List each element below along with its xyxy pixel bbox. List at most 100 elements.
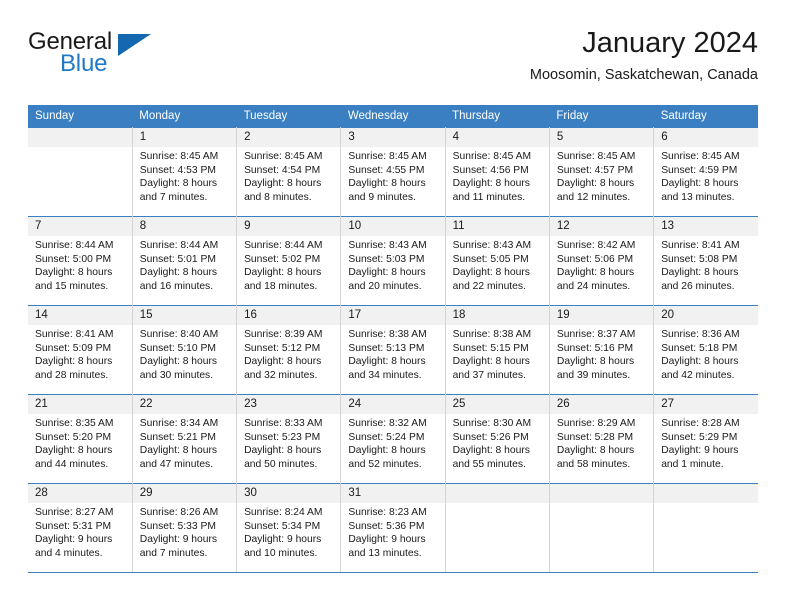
day-details: Sunrise: 8:36 AM Sunset: 5:18 PM Daylight:… — [654, 325, 758, 382]
general-blue-logo[interactable]: General Blue — [28, 28, 208, 84]
calendar-day-cell[interactable]: 19 Sunrise: 8:37 AM Sunset: 5:16 PM Dayligh… — [549, 305, 655, 395]
day-details: Sunrise: 8:44 AM Sunset: 5:01 PM Daylight:… — [133, 236, 236, 293]
calendar-day-cell[interactable]: 25 Sunrise: 8:30 AM Sunset: 5:26 PM Dayligh… — [445, 394, 550, 484]
sunset-time: Sunset: 4:54 PM — [244, 164, 321, 176]
sunrise-time: Sunrise: 8:35 AM — [35, 418, 114, 429]
day-cell-inner: 3 Sunrise: 8:45 AM Sunset: 4:55 PM Daylight… — [341, 128, 445, 216]
calendar-day-cell[interactable]: 18 Sunrise: 8:38 AM Sunset: 5:15 PM Dayligh… — [445, 305, 550, 395]
day-details: Sunrise: 8:33 AM Sunset: 5:23 PM Daylight:… — [237, 414, 340, 471]
calendar-day-cell[interactable]: 6 Sunrise: 8:45 AM Sunset: 4:59 PM Daylight… — [653, 127, 758, 217]
daylight-duration-line1: Daylight: 8 hours — [35, 445, 113, 457]
sunset-time: Sunset: 5:10 PM — [139, 342, 216, 354]
day-cell-inner — [549, 484, 654, 572]
sunset-time: Sunset: 5:09 PM — [35, 342, 112, 354]
sunset-time: Sunset: 5:29 PM — [661, 431, 738, 443]
day-cell-inner: 29 Sunrise: 8:26 AM Sunset: 5:33 PM Dayligh… — [132, 484, 237, 572]
daylight-duration-line2: and 8 minutes. — [244, 191, 312, 203]
weekday-header-wednesday: Wednesday — [340, 105, 446, 128]
day-details: Sunrise: 8:43 AM Sunset: 5:05 PM Daylight:… — [446, 236, 549, 293]
day-number: 21 — [28, 395, 132, 414]
sunrise-time: Sunrise: 8:44 AM — [244, 240, 323, 251]
daylight-duration-line1: Daylight: 8 hours — [139, 178, 218, 190]
calendar-day-cell[interactable]: 22 Sunrise: 8:34 AM Sunset: 5:21 PM Dayligh… — [132, 394, 238, 484]
calendar-day-cell[interactable]: 7 Sunrise: 8:44 AM Sunset: 5:00 PM Daylight… — [28, 216, 133, 306]
calendar-day-cell[interactable]: 3 Sunrise: 8:45 AM Sunset: 4:55 PM Daylight… — [340, 127, 446, 217]
day-number: 19 — [549, 306, 654, 325]
sunrise-time: Sunrise: 8:30 AM — [452, 418, 532, 429]
sunset-time: Sunset: 5:28 PM — [556, 431, 634, 443]
daylight-duration-line1: Daylight: 9 hours — [35, 534, 113, 546]
calendar-day-cell[interactable]: 13 Sunrise: 8:41 AM Sunset: 5:08 PM Dayligh… — [653, 216, 758, 306]
calendar-day-cell[interactable]: 12 Sunrise: 8:42 AM Sunset: 5:06 PM Dayligh… — [549, 216, 655, 306]
day-details: Sunrise: 8:32 AM Sunset: 5:24 PM Daylight:… — [341, 414, 444, 471]
calendar-body: 1 Sunrise: 8:45 AM Sunset: 4:53 PM Daylight… — [28, 127, 758, 573]
daylight-duration-line2: and 18 minutes. — [244, 280, 318, 292]
day-cell-inner: 8 Sunrise: 8:44 AM Sunset: 5:01 PM Daylight… — [132, 217, 237, 305]
sunset-time: Sunset: 4:56 PM — [452, 164, 529, 176]
calendar-day-cell[interactable]: 8 Sunrise: 8:44 AM Sunset: 5:01 PM Daylight… — [132, 216, 238, 306]
calendar-day-cell[interactable]: 29 Sunrise: 8:26 AM Sunset: 5:33 PM Dayligh… — [132, 483, 238, 573]
day-details: Sunrise: 8:37 AM Sunset: 5:16 PM Daylight:… — [550, 325, 653, 382]
calendar-day-cell[interactable]: 4 Sunrise: 8:45 AM Sunset: 4:56 PM Daylight… — [445, 127, 550, 217]
day-number: 25 — [445, 395, 549, 414]
calendar-day-cell[interactable]: 21 Sunrise: 8:35 AM Sunset: 5:20 PM Dayligh… — [28, 394, 133, 484]
weekday-header-monday: Monday — [132, 105, 237, 128]
sunrise-time: Sunrise: 8:45 AM — [139, 151, 219, 162]
calendar-day-cell[interactable]: 23 Sunrise: 8:33 AM Sunset: 5:23 PM Dayligh… — [236, 394, 342, 484]
sunset-time: Sunset: 5:13 PM — [348, 342, 425, 354]
day-cell-inner: 27 Sunrise: 8:28 AM Sunset: 5:29 PM Dayligh… — [654, 395, 758, 483]
day-details: Sunrise: 8:35 AM Sunset: 5:20 PM Daylight:… — [28, 414, 132, 471]
day-number: 15 — [132, 306, 237, 325]
daylight-duration-line1: Daylight: 8 hours — [244, 356, 322, 368]
calendar-day-cell[interactable]: 1 Sunrise: 8:45 AM Sunset: 4:53 PM Daylight… — [132, 127, 238, 217]
calendar-day-cell[interactable]: 16 Sunrise: 8:39 AM Sunset: 5:12 PM Dayligh… — [236, 305, 342, 395]
daylight-duration-line2: and 11 minutes. — [452, 191, 526, 203]
day-details: Sunrise: 8:28 AM Sunset: 5:29 PM Daylight:… — [654, 414, 758, 471]
calendar-day-cell[interactable]: 5 Sunrise: 8:45 AM Sunset: 4:57 PM Daylight… — [549, 127, 655, 217]
day-number: 11 — [445, 217, 549, 236]
calendar-day-cell[interactable]: 17 Sunrise: 8:38 AM Sunset: 5:13 PM Dayligh… — [340, 305, 446, 395]
sunrise-time: Sunrise: 8:38 AM — [452, 329, 532, 340]
page-subtitle: Moosomin, Saskatchewan, Canada — [529, 67, 758, 83]
daylight-duration-line2: and 10 minutes. — [244, 547, 318, 559]
calendar-day-cell[interactable]: 24 Sunrise: 8:32 AM Sunset: 5:24 PM Dayligh… — [340, 394, 446, 484]
daylight-duration-line2: and 4 minutes. — [35, 547, 103, 559]
calendar-header-row: Sunday Monday Tuesday Wednesday Thursday… — [28, 105, 758, 128]
day-details: Sunrise: 8:43 AM Sunset: 5:03 PM Daylight:… — [341, 236, 444, 293]
calendar-day-cell[interactable]: 28 Sunrise: 8:27 AM Sunset: 5:31 PM Dayligh… — [28, 483, 133, 573]
sunrise-time: Sunrise: 8:28 AM — [661, 418, 740, 429]
day-cell-inner: 2 Sunrise: 8:45 AM Sunset: 4:54 PM Daylight… — [237, 128, 341, 216]
day-cell-inner: 22 Sunrise: 8:34 AM Sunset: 5:21 PM Dayligh… — [132, 395, 237, 483]
calendar-day-cell[interactable]: 27 Sunrise: 8:28 AM Sunset: 5:29 PM Dayligh… — [653, 394, 758, 484]
daylight-duration-line1: Daylight: 9 hours — [244, 534, 322, 546]
sunrise-time: Sunrise: 8:44 AM — [35, 240, 114, 251]
calendar-day-cell[interactable]: 31 Sunrise: 8:23 AM Sunset: 5:36 PM Dayligh… — [340, 483, 446, 573]
daylight-duration-line2: and 24 minutes. — [556, 280, 631, 292]
daylight-duration-line1: Daylight: 8 hours — [35, 267, 113, 279]
title-block: January 2024 Moosomin, Saskatchewan, Can… — [530, 26, 758, 86]
calendar-day-cell[interactable]: 30 Sunrise: 8:24 AM Sunset: 5:34 PM Dayligh… — [236, 483, 342, 573]
sunrise-time: Sunrise: 8:27 AM — [35, 507, 114, 518]
day-details: Sunrise: 8:45 AM Sunset: 4:56 PM Daylight:… — [446, 147, 549, 204]
sunset-time: Sunset: 4:59 PM — [661, 164, 738, 176]
day-cell-inner: 12 Sunrise: 8:42 AM Sunset: 5:06 PM Dayligh… — [549, 217, 654, 305]
daylight-duration-line1: Daylight: 8 hours — [139, 267, 218, 279]
day-cell-inner: 26 Sunrise: 8:29 AM Sunset: 5:28 PM Dayligh… — [549, 395, 654, 483]
calendar-day-cell[interactable]: 9 Sunrise: 8:44 AM Sunset: 5:02 PM Daylight… — [236, 216, 342, 306]
calendar-day-cell[interactable]: 15 Sunrise: 8:40 AM Sunset: 5:10 PM Dayligh… — [132, 305, 238, 395]
sunset-time: Sunset: 5:02 PM — [244, 253, 321, 265]
calendar-day-cell[interactable]: 2 Sunrise: 8:45 AM Sunset: 4:54 PM Daylight… — [236, 127, 342, 217]
day-details: Sunrise: 8:30 AM Sunset: 5:26 PM Daylight:… — [446, 414, 549, 471]
sunset-time: Sunset: 5:06 PM — [556, 253, 634, 265]
sunset-time: Sunset: 5:00 PM — [35, 253, 112, 265]
daylight-duration-line2: and 20 minutes. — [348, 280, 422, 292]
day-number: 30 — [237, 484, 341, 503]
day-details: Sunrise: 8:39 AM Sunset: 5:12 PM Daylight:… — [237, 325, 340, 382]
day-number: 13 — [654, 217, 758, 236]
calendar-day-cell[interactable]: 20 Sunrise: 8:36 AM Sunset: 5:18 PM Dayligh… — [653, 305, 758, 395]
calendar-day-cell[interactable]: 14 Sunrise: 8:41 AM Sunset: 5:09 PM Dayligh… — [28, 305, 133, 395]
calendar-day-cell[interactable]: 10 Sunrise: 8:43 AM Sunset: 5:03 PM Dayligh… — [340, 216, 446, 306]
calendar-day-cell[interactable]: 11 Sunrise: 8:43 AM Sunset: 5:05 PM Dayligh… — [445, 216, 550, 306]
calendar-day-cell[interactable]: 26 Sunrise: 8:29 AM Sunset: 5:28 PM Dayligh… — [549, 394, 655, 484]
daylight-duration-line1: Daylight: 8 hours — [348, 178, 426, 190]
